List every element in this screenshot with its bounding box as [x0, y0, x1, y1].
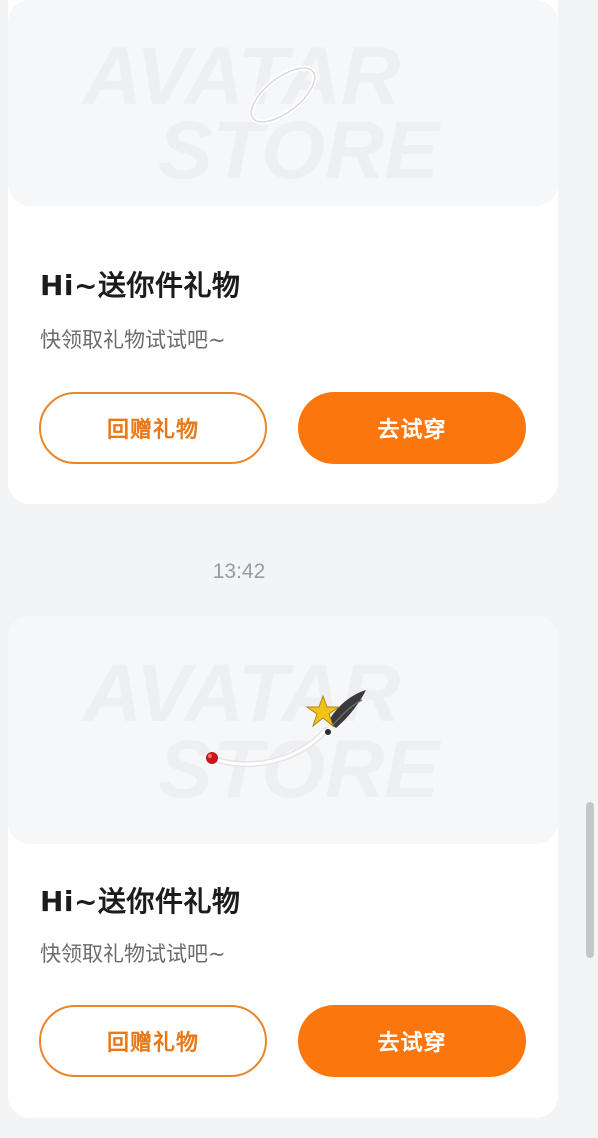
- gift-subtitle: 快领取礼物试试吧~: [40, 942, 226, 966]
- star-wand-icon: [206, 690, 366, 768]
- gift-message-card: AVATAR STORE Hi~送你件礼物 快领取礼物试试吧~ 回赠礼物 去试穿: [8, 616, 558, 1118]
- gift-message-card: AVATAR STORE Hi~送你件礼物 快领取礼物试试吧~ 回赠礼物 去试穿: [8, 0, 558, 504]
- halo-icon: [248, 65, 318, 125]
- gift-preview-image[interactable]: AVATAR STORE: [8, 0, 558, 206]
- gift-title: Hi~送你件礼物: [40, 269, 241, 302]
- gift-title: Hi~送你件礼物: [40, 885, 241, 918]
- gift-subtitle: 快领取礼物试试吧~: [40, 328, 226, 352]
- scrollbar-thumb[interactable]: [586, 802, 594, 958]
- return-gift-button[interactable]: 回赠礼物: [39, 1005, 267, 1077]
- chat-page: AVATAR STORE Hi~送你件礼物 快领取礼物试试吧~ 回赠礼物 去试穿…: [0, 0, 598, 1138]
- try-on-button[interactable]: 去试穿: [298, 392, 526, 464]
- message-timestamp: 13:42: [212, 560, 266, 583]
- try-on-button[interactable]: 去试穿: [298, 1005, 526, 1077]
- gift-preview-image[interactable]: AVATAR STORE: [8, 616, 558, 844]
- return-gift-button[interactable]: 回赠礼物: [39, 392, 267, 464]
